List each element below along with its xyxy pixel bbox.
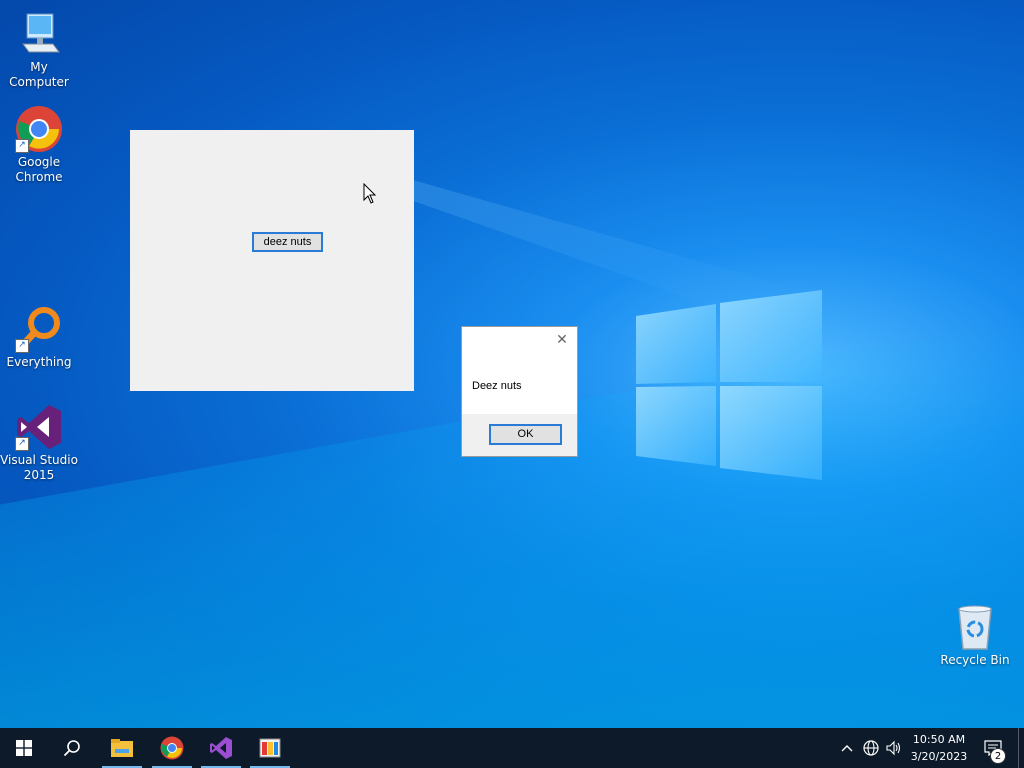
show-desktop-button[interactable] [1018, 728, 1021, 768]
clock-date: 3/20/2023 [910, 750, 968, 763]
taskbar: 10:50 AM 3/20/2023 [0, 728, 1024, 768]
message-box-footer: OK [462, 414, 577, 456]
taskbar-app-window[interactable] [246, 728, 294, 768]
desktop-icon-label: My Computer [9, 60, 69, 89]
desktop-icon-visual-studio[interactable]: ↗ Visual Studio 2015 [0, 403, 78, 483]
desktop-icon-everything[interactable]: ↗ Everything [0, 305, 78, 370]
desktop-icon-label: Visual Studio 2015 [0, 453, 78, 482]
everything-search-icon: ↗ [15, 305, 63, 353]
ok-button[interactable]: OK [489, 424, 562, 445]
visual-studio-icon [210, 737, 232, 759]
shortcut-arrow-icon: ↗ [15, 339, 29, 353]
start-button[interactable] [0, 728, 48, 768]
shortcut-arrow-icon: ↗ [15, 437, 29, 451]
taskbar-clock[interactable]: 10:50 AM 3/20/2023 [904, 731, 974, 765]
show-hidden-icons-button[interactable] [838, 728, 856, 768]
globe-network-icon [863, 740, 879, 756]
message-text: Deez nuts [472, 380, 522, 392]
desktop-icon-label: Recycle Bin [940, 653, 1010, 667]
network-button[interactable] [861, 728, 881, 768]
app-window: deez nuts [130, 130, 414, 391]
deez-nuts-button[interactable]: deez nuts [252, 232, 323, 252]
recycle-bin-icon [951, 603, 999, 651]
clock-time: 10:50 AM [912, 733, 966, 746]
desktop-icon-label: Everything [6, 355, 72, 369]
speaker-icon [886, 740, 901, 756]
chrome-icon: ↗ [15, 105, 63, 153]
message-box-dialog: ✕ Deez nuts OK [461, 326, 578, 457]
notification-count-badge: 2 [990, 748, 1006, 764]
app-window-icon [259, 738, 281, 758]
start-icon [16, 740, 32, 756]
desktop-icon-recycle-bin[interactable]: Recycle Bin [936, 603, 1014, 668]
volume-button[interactable] [884, 728, 904, 768]
chrome-icon [160, 736, 184, 760]
visual-studio-icon: ↗ [15, 403, 63, 451]
close-icon[interactable]: ✕ [555, 333, 569, 347]
search-icon [63, 740, 80, 757]
computer-icon [15, 10, 63, 58]
file-explorer-icon [111, 739, 133, 757]
windows-wallpaper-logo [636, 290, 822, 480]
taskbar-search-button[interactable] [48, 728, 96, 768]
desktop-icon-google-chrome[interactable]: ↗ Google Chrome [0, 105, 78, 185]
shortcut-arrow-icon: ↗ [15, 139, 29, 153]
mouse-cursor-icon [363, 183, 377, 204]
desktop-icon-label: Google Chrome [15, 155, 63, 184]
chevron-up-icon [841, 745, 853, 752]
desktop-icon-my-computer[interactable]: My Computer [0, 10, 78, 90]
taskbar-file-explorer[interactable] [98, 728, 146, 768]
taskbar-chrome[interactable] [148, 728, 196, 768]
taskbar-visual-studio[interactable] [197, 728, 245, 768]
